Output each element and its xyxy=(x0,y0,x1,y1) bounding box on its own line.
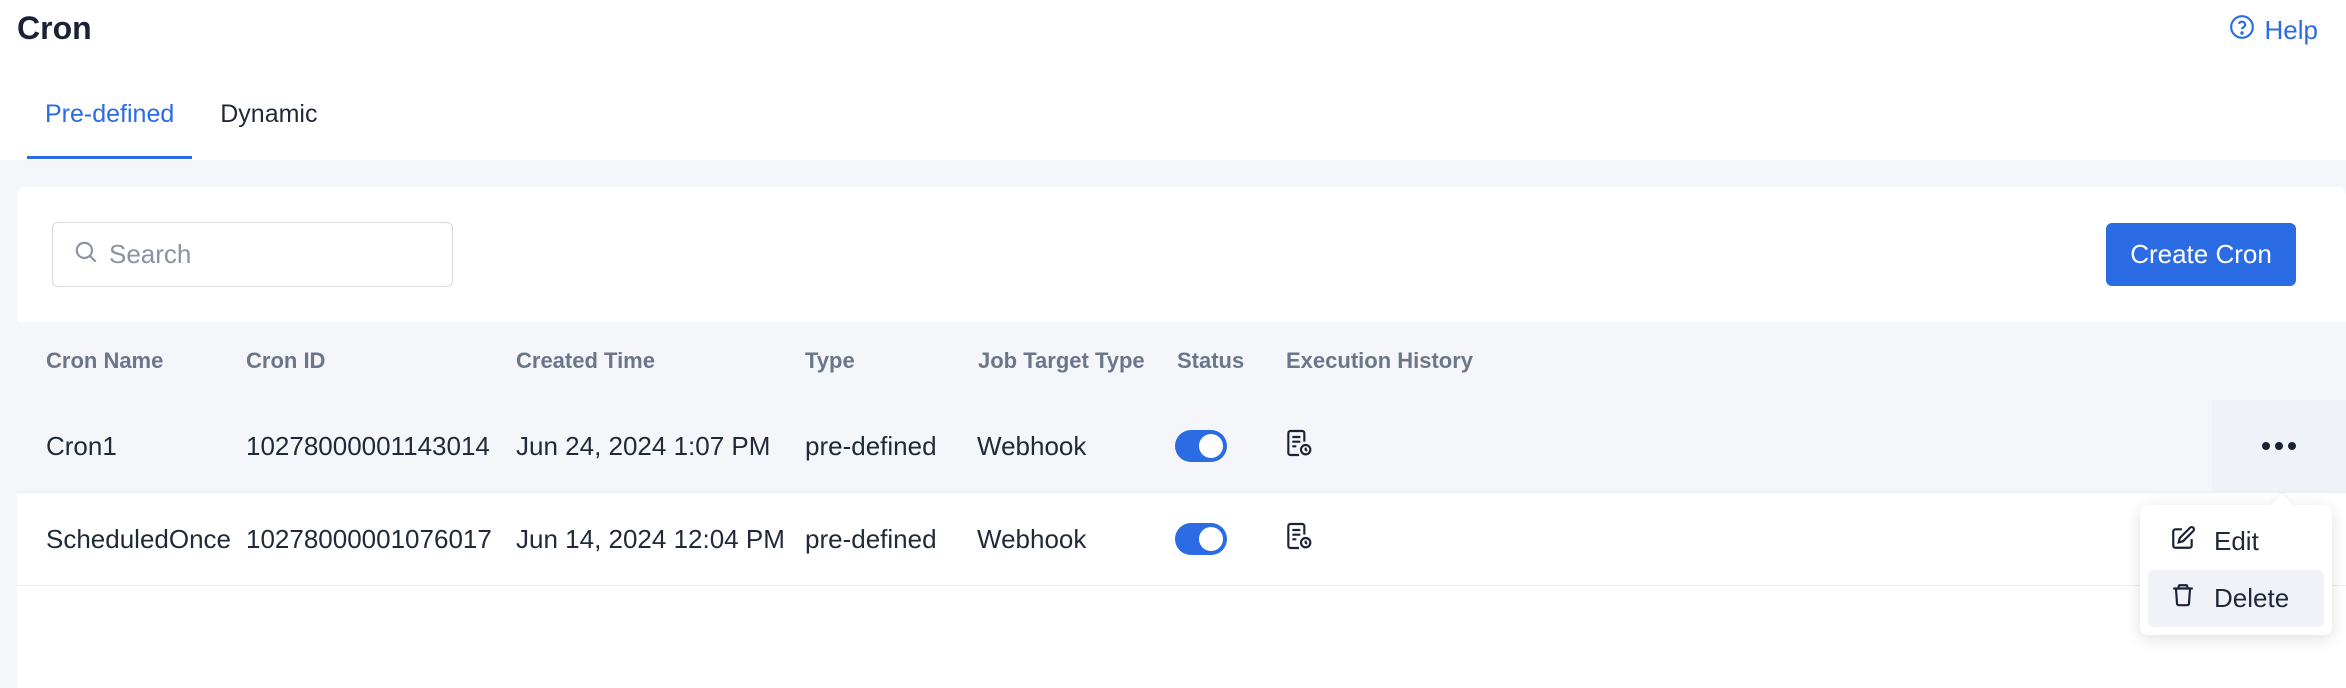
created-time-cell: Jun 24, 2024 1:07 PM xyxy=(516,430,771,461)
cron-name-cell[interactable]: ScheduledOnce xyxy=(46,493,231,585)
help-label: Help xyxy=(2264,15,2318,45)
trash-icon xyxy=(2170,582,2196,615)
cron-table: Cron Name Cron ID Created Time Type Job … xyxy=(17,322,2346,586)
column-header-job-target-type[interactable]: Job Target Type xyxy=(978,348,1145,374)
cron-id-cell: 10278000001143014 xyxy=(246,430,490,461)
cron-name-cell[interactable]: Cron1 xyxy=(46,400,117,492)
tab-bar: Pre-defined Dynamic xyxy=(27,88,346,159)
search-icon xyxy=(73,239,99,270)
table-row[interactable]: ScheduledOnce 10278000001076017 Jun 14, … xyxy=(17,493,2346,586)
page-header: Cron Help Pre-defined Dynamic xyxy=(0,0,2346,160)
tab-dynamic[interactable]: Dynamic xyxy=(202,88,335,159)
search-input[interactable] xyxy=(109,239,429,270)
cron-id-cell: 10278000001076017 xyxy=(246,523,492,554)
job-target-type-cell: Webhook xyxy=(977,523,1087,554)
page-title: Cron xyxy=(17,10,92,46)
menu-item-edit[interactable]: Edit xyxy=(2148,513,2324,570)
column-header-created-time[interactable]: Created Time xyxy=(516,348,655,374)
column-header-execution-history[interactable]: Execution History xyxy=(1286,348,1473,374)
status-cell xyxy=(1175,493,1227,585)
column-header-cron-id[interactable]: Cron ID xyxy=(246,348,325,374)
row-actions-button[interactable] xyxy=(2212,400,2346,492)
job-target-type-cell: Webhook xyxy=(977,430,1087,461)
help-link[interactable]: Help xyxy=(2229,14,2318,47)
status-cell xyxy=(1175,400,1227,492)
execution-history-icon[interactable] xyxy=(1283,427,1315,466)
edit-icon xyxy=(2170,525,2196,558)
row-actions-menu: Edit Delete xyxy=(2140,505,2332,635)
tab-pre-defined[interactable]: Pre-defined xyxy=(27,88,193,159)
status-toggle[interactable] xyxy=(1175,523,1227,555)
menu-item-delete[interactable]: Delete xyxy=(2148,570,2324,627)
table-header: Cron Name Cron ID Created Time Type Job … xyxy=(17,322,2346,400)
table-row[interactable]: Cron1 10278000001143014 Jun 24, 2024 1:0… xyxy=(17,400,2346,493)
search-box[interactable] xyxy=(52,222,453,287)
status-toggle[interactable] xyxy=(1175,430,1227,462)
execution-history-cell xyxy=(1283,493,1315,585)
type-cell: pre-defined xyxy=(805,523,937,554)
column-header-status[interactable]: Status xyxy=(1177,348,1244,374)
create-cron-button[interactable]: Create Cron xyxy=(2106,223,2296,286)
execution-history-icon[interactable] xyxy=(1283,520,1315,559)
execution-history-cell xyxy=(1283,400,1315,492)
menu-item-label: Edit xyxy=(2214,526,2259,556)
cron-list-card: Create Cron Cron Name Cron ID Created Ti… xyxy=(17,187,2346,688)
column-header-cron-name[interactable]: Cron Name xyxy=(46,348,163,374)
created-time-cell: Jun 14, 2024 12:04 PM xyxy=(516,523,785,554)
more-horizontal-icon xyxy=(2262,442,2296,450)
type-cell: pre-defined xyxy=(805,430,937,461)
column-header-type[interactable]: Type xyxy=(805,348,855,374)
help-circle-icon xyxy=(2229,14,2255,47)
menu-item-label: Delete xyxy=(2214,583,2290,613)
